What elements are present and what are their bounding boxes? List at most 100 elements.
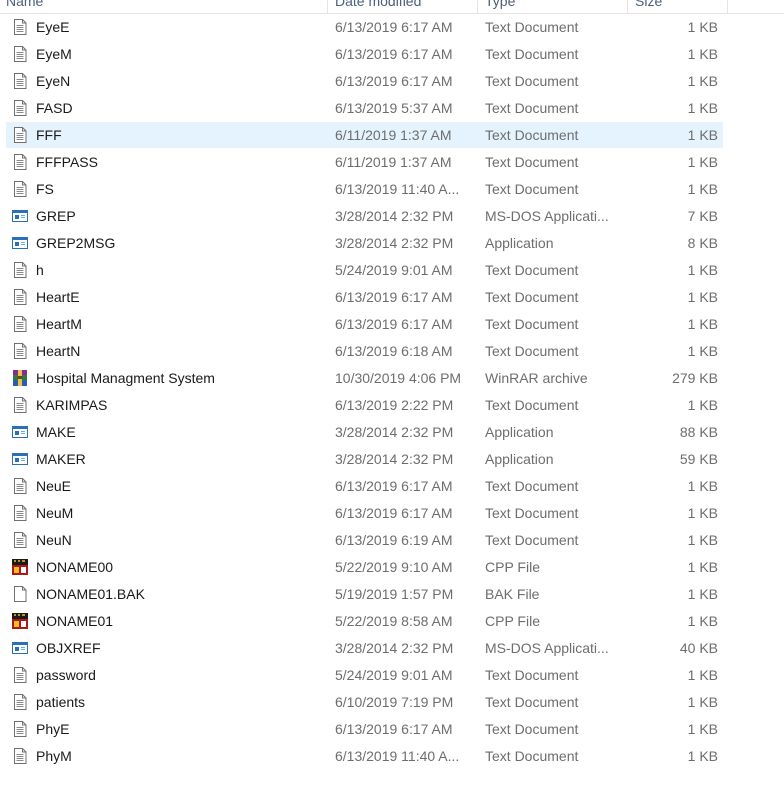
file-row[interactable]: HeartM 6/13/2019 6:17 AM Text Document 1 KB [0, 311, 784, 338]
file-size: 1 KB [687, 343, 718, 359]
file-row[interactable]: NeuN 6/13/2019 6:19 AM Text Document 1 KB [0, 527, 784, 554]
file-row[interactable]: HeartE 6/13/2019 6:17 AM Text Document 1 KB [0, 284, 784, 311]
file-name: NONAME01 [36, 613, 114, 629]
text-document-icon [11, 72, 29, 90]
file-name: password [36, 667, 96, 683]
file-date-modified: 5/24/2019 9:01 AM [335, 667, 453, 683]
column-divider[interactable] [477, 0, 478, 13]
file-row[interactable]: NeuM 6/13/2019 6:17 AM Text Document 1 KB [0, 500, 784, 527]
file-date-modified: 6/13/2019 6:17 AM [335, 316, 453, 332]
file-type: Text Document [485, 154, 579, 170]
file-name: NeuN [36, 532, 72, 548]
file-row[interactable]: EyeN 6/13/2019 6:17 AM Text Document 1 KB [0, 68, 784, 95]
file-date-modified: 5/22/2019 9:10 AM [335, 559, 453, 575]
file-type: Text Document [485, 721, 579, 737]
application-icon [11, 450, 29, 468]
file-date-modified: 5/19/2019 1:57 PM [335, 586, 454, 602]
file-name: PhyE [36, 721, 70, 737]
file-row[interactable]: FASD 6/13/2019 5:37 AM Text Document 1 KB [0, 95, 784, 122]
application-icon [11, 234, 29, 252]
text-document-icon [11, 99, 29, 117]
file-name: OBJXREF [36, 640, 101, 656]
file-type: Text Document [485, 289, 579, 305]
file-type: CPP File [485, 613, 540, 629]
file-name: NeuM [36, 505, 74, 521]
file-row[interactable]: HeartN 6/13/2019 6:18 AM Text Document 1 KB [0, 338, 784, 365]
file-row[interactable]: FFF 6/11/2019 1:37 AM Text Document 1 KB [0, 122, 784, 149]
file-date-modified: 6/13/2019 11:40 A... [335, 181, 460, 197]
file-date-modified: 6/13/2019 6:17 AM [335, 721, 453, 737]
column-header-date-modified[interactable]: Date modified [335, 0, 475, 13]
column-divider[interactable] [727, 0, 728, 13]
file-row[interactable]: GREP2MSG 3/28/2014 2:32 PM Application 8 KB [0, 230, 784, 257]
column-divider[interactable] [327, 0, 328, 13]
file-name: HeartN [36, 343, 81, 359]
text-document-icon [11, 180, 29, 198]
text-document-icon [11, 666, 29, 684]
file-type: BAK File [485, 586, 540, 602]
file-type: Application [485, 235, 554, 251]
file-row[interactable]: h 5/24/2019 9:01 AM Text Document 1 KB [0, 257, 784, 284]
text-document-icon [11, 288, 29, 306]
text-document-icon [11, 261, 29, 279]
file-row[interactable]: FS 6/13/2019 11:40 A... Text Document 1 KB [0, 176, 784, 203]
file-row[interactable]: PhyE 6/13/2019 6:17 AM Text Document 1 KB [0, 716, 784, 743]
file-row[interactable]: EyeM 6/13/2019 6:17 AM Text Document 1 KB [0, 41, 784, 68]
text-document-icon [11, 477, 29, 495]
file-row[interactable]: password 5/24/2019 9:01 AM Text Document 1 … [0, 662, 784, 689]
file-row[interactable]: NONAME01.BAK 5/19/2019 1:57 PM BAK File 1 K… [0, 581, 784, 608]
column-divider[interactable] [627, 0, 628, 13]
file-row[interactable]: PhyM 6/13/2019 11:40 A... Text Document 1 K… [0, 743, 784, 770]
file-type: MS-DOS Applicati... [485, 640, 609, 656]
file-row[interactable]: MAKE 3/28/2014 2:32 PM Application 88 KB [0, 419, 784, 446]
file-type: Text Document [485, 46, 579, 62]
file-row[interactable]: KARIMPAS 6/13/2019 2:22 PM Text Document 1 … [0, 392, 784, 419]
file-date-modified: 3/28/2014 2:32 PM [335, 235, 454, 251]
file-row[interactable]: MAKER 3/28/2014 2:32 PM Application 59 KB [0, 446, 784, 473]
file-type: Application [485, 451, 554, 467]
file-size: 1 KB [687, 667, 718, 683]
file-type: Text Document [485, 478, 579, 494]
cpp-file-icon [11, 558, 29, 576]
file-size: 1 KB [687, 127, 718, 143]
file-size: 40 KB [679, 640, 718, 656]
file-name: EyeE [36, 19, 70, 35]
file-type: MS-DOS Applicati... [485, 208, 609, 224]
column-header-size[interactable]: Size [635, 0, 720, 13]
file-name: KARIMPAS [36, 397, 108, 413]
file-row[interactable]: GREP 3/28/2014 2:32 PM MS-DOS Applicati...… [0, 203, 784, 230]
file-date-modified: 6/13/2019 6:18 AM [335, 343, 453, 359]
file-name: GREP2MSG [36, 235, 116, 251]
file-date-modified: 6/13/2019 6:19 AM [335, 532, 453, 548]
file-size: 1 KB [687, 613, 718, 629]
file-row[interactable]: OBJXREF 3/28/2014 2:32 PM MS-DOS Applicati… [0, 635, 784, 662]
file-row[interactable]: NONAME01 5/22/2019 8:58 AM CPP File 1 KB [0, 608, 784, 635]
file-type: CPP File [485, 559, 540, 575]
file-name: FS [36, 181, 54, 197]
column-header-type[interactable]: Type [485, 0, 620, 13]
application-icon [11, 423, 29, 441]
column-header-bar: Name Date modified Type Size [0, 0, 784, 14]
file-row[interactable]: EyeE 6/13/2019 6:17 AM Text Document 1 KB [0, 14, 784, 41]
file-date-modified: 3/28/2014 2:32 PM [335, 451, 454, 467]
file-name: h [36, 262, 44, 278]
file-size: 8 KB [687, 235, 718, 251]
file-name: HeartM [36, 316, 82, 332]
file-date-modified: 6/11/2019 1:37 AM [335, 127, 452, 143]
file-type: Application [485, 424, 554, 440]
file-type: Text Document [485, 316, 579, 332]
file-size: 1 KB [687, 289, 718, 305]
column-header-name[interactable]: Name [6, 0, 322, 13]
file-date-modified: 6/13/2019 6:17 AM [335, 478, 453, 494]
file-type: Text Document [485, 694, 579, 710]
file-name: Hospital Managment System [36, 370, 215, 386]
text-document-icon [11, 720, 29, 738]
file-name: FFFPASS [36, 154, 98, 170]
file-row[interactable]: NeuE 6/13/2019 6:17 AM Text Document 1 KB [0, 473, 784, 500]
file-name: FASD [36, 100, 73, 116]
file-row[interactable]: Hospital Managment System 10/30/2019 4:06… [0, 365, 784, 392]
file-row[interactable]: FFFPASS 6/11/2019 1:37 AM Text Document 1 K… [0, 149, 784, 176]
file-size: 1 KB [687, 397, 718, 413]
file-row[interactable]: patients 6/10/2019 7:19 PM Text Document 1 … [0, 689, 784, 716]
file-row[interactable]: NONAME00 5/22/2019 9:10 AM CPP File 1 KB [0, 554, 784, 581]
